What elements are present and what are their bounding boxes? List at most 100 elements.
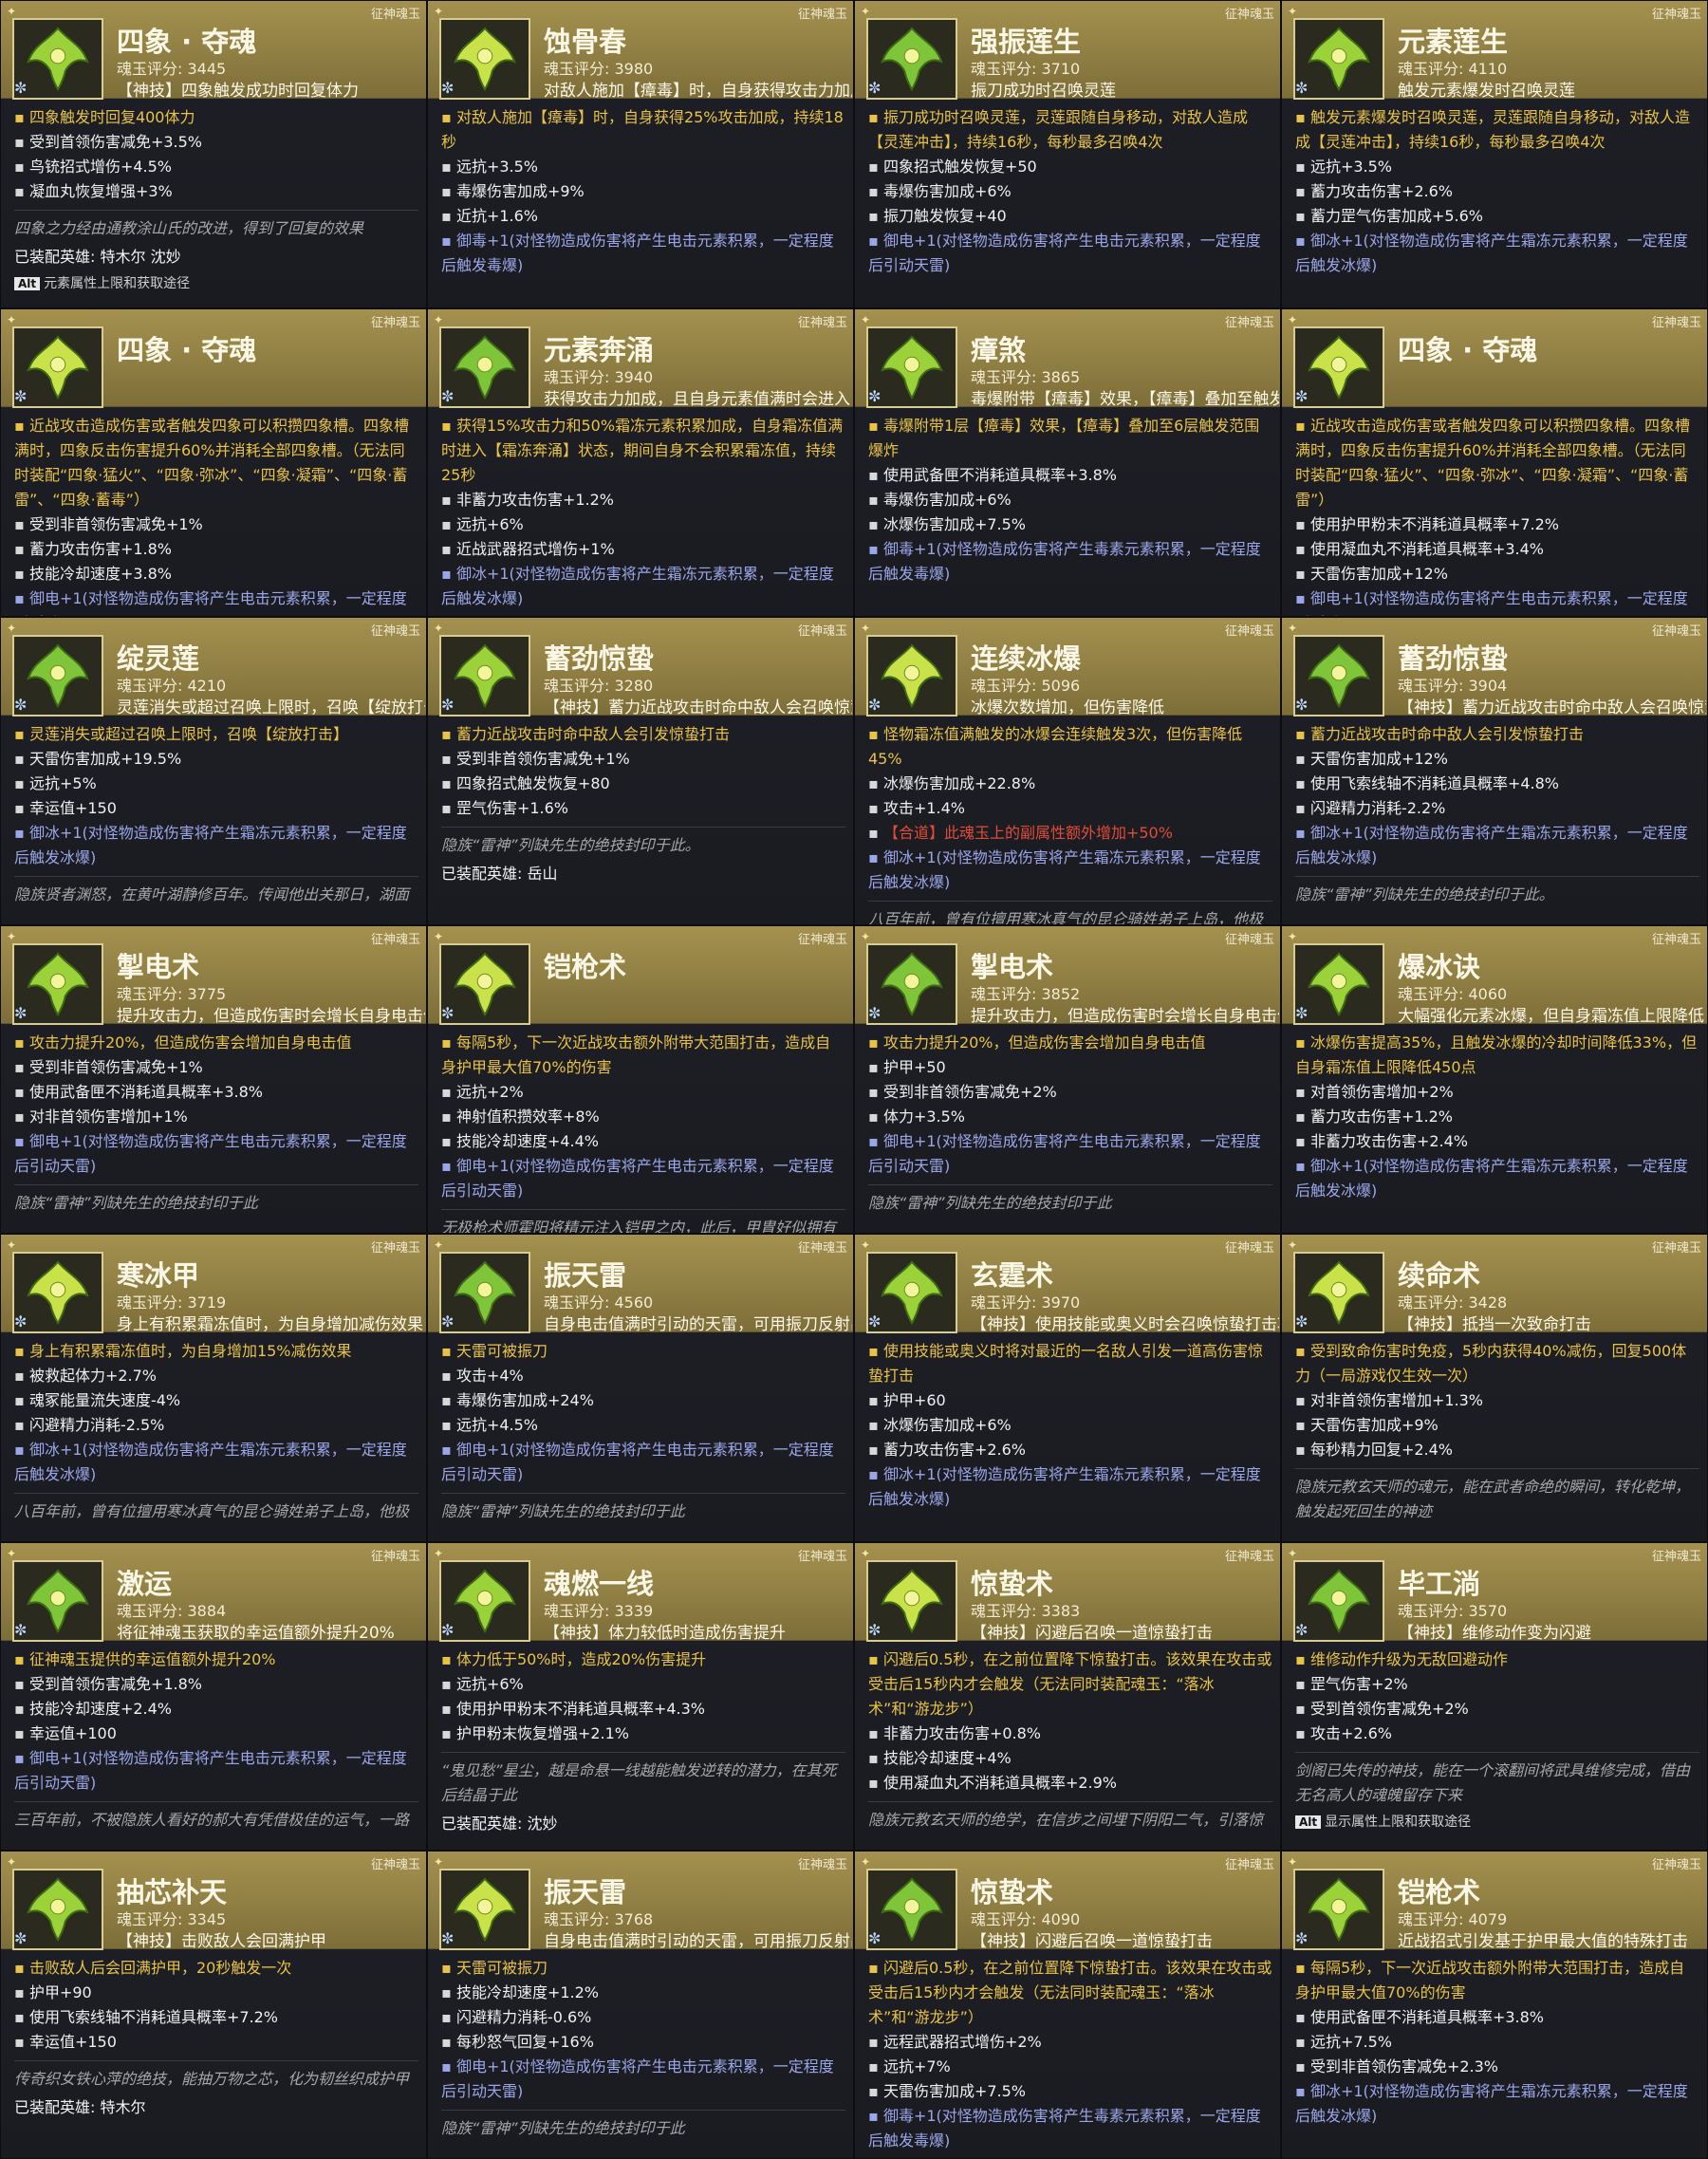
soul-jade-card: ✦ 征神魂玉 ✼ 振天雷魂玉评分: 4560 自身电击值满时引动的天雷，可用振刀反射出天…: [427, 1234, 854, 1542]
card-header: ✦ 征神魂玉 ✼ 魂燃一线 魂玉评分: 3339 【神技】体力较低时造成伤害提升: [428, 1543, 853, 1643]
corner-tag: 征神魂玉: [797, 1858, 847, 1872]
jade-name: 铠枪术: [1398, 1876, 1481, 1908]
main-effect: 四象触发时回复400体力: [14, 105, 418, 130]
corner-tag: 征神魂玉: [797, 316, 847, 330]
stat-line: 每秒怒气回复+16%: [441, 2030, 845, 2055]
jade-summary: 提升攻击力，但造成伤害时会增长自身电击值: [117, 1007, 425, 1026]
star-icon: ✦: [434, 1238, 444, 1252]
element-icon: ✼: [441, 1621, 455, 1639]
main-effect: 天雷可被振刀: [441, 1956, 845, 1981]
element-icon: ✼: [868, 1004, 882, 1022]
element-icon: ✼: [441, 1312, 455, 1331]
element-resist-line: 御电+1(对怪物造成伤害将产生电击元素积累，一定程度后引动天雷): [868, 229, 1272, 278]
main-effect: 攻击力提升20%，但造成伤害会增加自身电击值: [14, 1031, 418, 1055]
stat-line: 魂冢能量流失速度-4%: [14, 1388, 418, 1413]
stat-line: 闪避精力消耗-2.2%: [1295, 796, 1699, 821]
soul-jade-card: ✦ 征神魂玉 ✼ 四象 · 夺魂魂玉评分: 3445 【神技】四象触发成功时回复体力四象…: [0, 0, 427, 308]
element-icon: ✼: [441, 1929, 455, 1947]
corner-tag: 征神魂玉: [797, 1550, 847, 1564]
soul-jade-card: ✦ 征神魂玉 ✼ 元素奔涌魂玉评分: 3940 获得攻击力加成，且自身元素值满时会进入【…: [427, 308, 854, 617]
main-effect: 天雷可被振刀: [441, 1339, 845, 1364]
element-resist-line: 御冰+1(对怪物造成伤害将产生霜冻元素积累，一定程度后触发冰爆): [1295, 821, 1699, 870]
main-effect: 击败敌人后会回满护甲，20秒触发一次: [14, 1956, 418, 1981]
star-icon: ✦: [1288, 622, 1298, 635]
stat-line: 远抗+7%: [868, 2055, 1272, 2079]
corner-tag: 征神魂玉: [370, 1550, 420, 1564]
card-header: ✦ 征神魂玉 ✼ 铠枪术 魂玉评分: 4079 近战招式引发基于护甲最大值的特殊打击: [1282, 1852, 1707, 1951]
jade-summary: 身上有积累霜冻值时，为自身增加减伤效果: [117, 1315, 423, 1334]
element-icon: ✼: [868, 1312, 882, 1331]
jade-score: 魂玉评分: 3570: [1398, 1602, 1508, 1620]
card-body: 使用技能或奥义时将对最近的一名敌人引发一道高伤害惊蛰打击护甲+60冰爆伤害加成+…: [868, 1339, 1272, 1512]
star-icon: ✦: [434, 1855, 444, 1869]
element-icon: ✼: [441, 79, 455, 97]
stat-line: 攻击+1.4%: [868, 796, 1272, 821]
corner-tag: 征神魂玉: [797, 624, 847, 639]
lore-text: 隐族元教玄天师的魂元，能在武者命绝的瞬间，转化乾坤，触发起死回生的神迹: [1295, 1468, 1699, 1524]
stat-line: 幸运值+100: [14, 1722, 418, 1746]
stat-line: 闪避精力消耗-0.6%: [441, 2005, 845, 2030]
lore-text: 三百年前，不被隐族人看好的郝大有凭借极佳的运气，一路: [14, 1801, 418, 1833]
element-resist-line: 御冰+1(对怪物造成伤害将产生霜冻元素积累，一定程度后触发冰爆): [1295, 2079, 1699, 2129]
jade-summary: 自身电击值满时引动的天雷，可用振刀反射出: [544, 1315, 852, 1334]
card-body: 近战攻击造成伤害或者触发四象可以积攒四象槽。四象槽满时，四象反击伤害提升60%并…: [1295, 414, 1699, 616]
alt-hint[interactable]: Alt 元素属性上限和获取途径: [14, 271, 418, 296]
element-resist-line: 御冰+1(对怪物造成伤害将产生霜冻元素积累，一定程度后触发冰爆): [1295, 229, 1699, 278]
card-body: 击败敌人后会回满护甲，20秒触发一次护甲+90使用飞索线轴不消耗道具概率+7.2…: [14, 1956, 418, 2120]
element-icon: ✼: [868, 696, 882, 714]
lore-text: 隐族“雷神”列缺先生的绝技封印于此: [868, 1184, 1272, 1216]
jade-score: 魂玉评分: 3904: [1398, 677, 1508, 695]
alt-hint[interactable]: Alt 显示属性上限和获取途径: [1295, 1810, 1699, 1834]
corner-tag: 征神魂玉: [370, 933, 420, 947]
stat-line: 受到非首领伤害减免+2%: [868, 1080, 1272, 1105]
soul-jade-card: ✦ 征神魂玉 ✼ 爆冰诀魂玉评分: 4060 大幅强化元素冰爆，但自身霜冻值上限降低冰爆…: [1281, 925, 1708, 1234]
main-effect: 对敌人施加【瘴毒】时，自身获得25%攻击加成，持续18秒: [441, 105, 845, 155]
corner-tag: 征神魂玉: [797, 8, 847, 22]
corner-tag: 征神魂玉: [1651, 1550, 1701, 1564]
jade-score: 魂玉评分: 3445: [117, 60, 227, 78]
soul-jade-card: ✦ 征神魂玉 ✼ 铠枪术每隔5秒，下一次近战攻击额外附带大范围打击，造成自身护甲最大值…: [427, 925, 854, 1234]
stat-line: 受到非首领伤害减免+2.3%: [1295, 2055, 1699, 2079]
main-effect: 征神魂玉提供的幸运值额外提升20%: [14, 1647, 418, 1672]
star-icon: ✦: [1288, 1855, 1298, 1869]
stat-line: 振刀触发恢复+40: [868, 204, 1272, 229]
jade-score: 魂玉评分: 4210: [117, 677, 227, 695]
main-effect: 近战攻击造成伤害或者触发四象可以积攒四象槽。四象槽满时，四象反击伤害提升60%并…: [14, 414, 418, 512]
element-icon: ✼: [441, 387, 455, 405]
card-body: 毒爆附带1层【瘴毒】效果，【瘴毒】叠加至6层触发范围爆炸使用武备匣不消耗道具概率…: [868, 414, 1272, 586]
jade-name: 寒冰甲: [117, 1259, 200, 1292]
jade-summary: 获得攻击力加成，且自身元素值满时会进入【元素奔涌】: [544, 390, 852, 409]
soul-jade-card: ✦ 征神魂玉 ✼ 魂燃一线魂玉评分: 3339 【神技】体力较低时造成伤害提升体力低于5…: [427, 1542, 854, 1851]
lore-text: 八百年前，曾有位擅用寒冰真气的昆仑骑姓弟子上岛，他极: [868, 901, 1272, 924]
stat-line: 技能冷却速度+3.8%: [14, 562, 418, 586]
jade-score: 魂玉评分: 4560: [544, 1294, 654, 1312]
soul-jade-card: ✦ 征神魂玉 ✼ 掣电术魂玉评分: 3852 提升攻击力，但造成伤害时会增长自身电击值攻…: [854, 925, 1281, 1234]
stat-line: 天雷伤害加成+7.5%: [868, 2079, 1272, 2104]
jade-name: 爆冰诀: [1398, 951, 1481, 983]
jade-name: 绽灵莲: [117, 642, 200, 675]
jade-summary: 毒爆附带【瘴毒】效果，【瘴毒】叠加至触发范围打击: [971, 390, 1279, 409]
soul-jade-card: ✦ 征神魂玉 ✼ 抽芯补天魂玉评分: 3345 【神技】击败敌人会回满护甲击败敌人后会回…: [0, 1851, 427, 2159]
lore-text: 隐族“雷神”列缺先生的绝技封印于此: [441, 2110, 845, 2141]
lore-text: 隐族“雷神”列缺先生的绝技封印于此。: [1295, 876, 1699, 907]
stat-line: 护甲粉末恢复增强+2.1%: [441, 1722, 845, 1746]
main-effect: 受到致命伤害时免疫，5秒内获得40%减伤，回复500体力（一局游戏仅生效一次）: [1295, 1339, 1699, 1388]
card-header: ✦ 征神魂玉 ✼ 振天雷 魂玉评分: 4560 自身电击值满时引动的天雷，可用振刀反射出: [428, 1235, 853, 1334]
card-header: ✦ 征神魂玉 ✼ 瘴煞魂玉评分: 3865 毒爆附带【瘴毒】效果，【瘴毒】叠加至触发范围…: [855, 309, 1280, 409]
stat-line: 闪避精力消耗-2.5%: [14, 1413, 418, 1438]
stat-line: 远抗+3.5%: [441, 155, 845, 179]
card-header: ✦ 征神魂玉 ✼ 掣电术 魂玉评分: 3775 提升攻击力，但造成伤害时会增长自身电击值: [1, 926, 426, 1026]
stat-line: 对非首领伤害增加+1%: [14, 1105, 418, 1129]
equipped-heroes: 已装配英雄: 岳山: [441, 865, 558, 883]
stat-line: 冰爆伤害加成+6%: [868, 1413, 1272, 1438]
jade-name: 四象 · 夺魂: [117, 334, 257, 366]
jade-score: 魂玉评分: 3775: [117, 985, 227, 1003]
card-body: 征神魂玉提供的幸运值额外提升20%受到首领伤害减免+1.8%技能冷却速度+2.4…: [14, 1647, 418, 1833]
element-icon: ✼: [1295, 79, 1309, 97]
lore-text: 无极枪术师霍阳将精元注入铠甲之内，此后，甲胄好似拥有灵性般助他鏖战疆胜: [441, 1209, 845, 1233]
main-effect: 振刀成功时召唤灵莲，灵莲跟随自身移动，对敌人造成【灵莲冲击】，持续16秒，每秒最…: [868, 105, 1272, 155]
soul-jade-card: ✦ 征神魂玉 ✼ 振天雷魂玉评分: 3768 自身电击值满时引动的天雷，可用振刀反射出天…: [427, 1851, 854, 2159]
soul-jade-card: ✦ 征神魂玉 ✼ 铠枪术魂玉评分: 4079 近战招式引发基于护甲最大值的特殊打击每隔5…: [1281, 1851, 1708, 2159]
star-icon: ✦: [861, 5, 871, 18]
card-body: 四象触发时回复400体力受到首领伤害减免+3.5%鸟铳招式增伤+4.5%凝血丸恢…: [14, 105, 418, 296]
